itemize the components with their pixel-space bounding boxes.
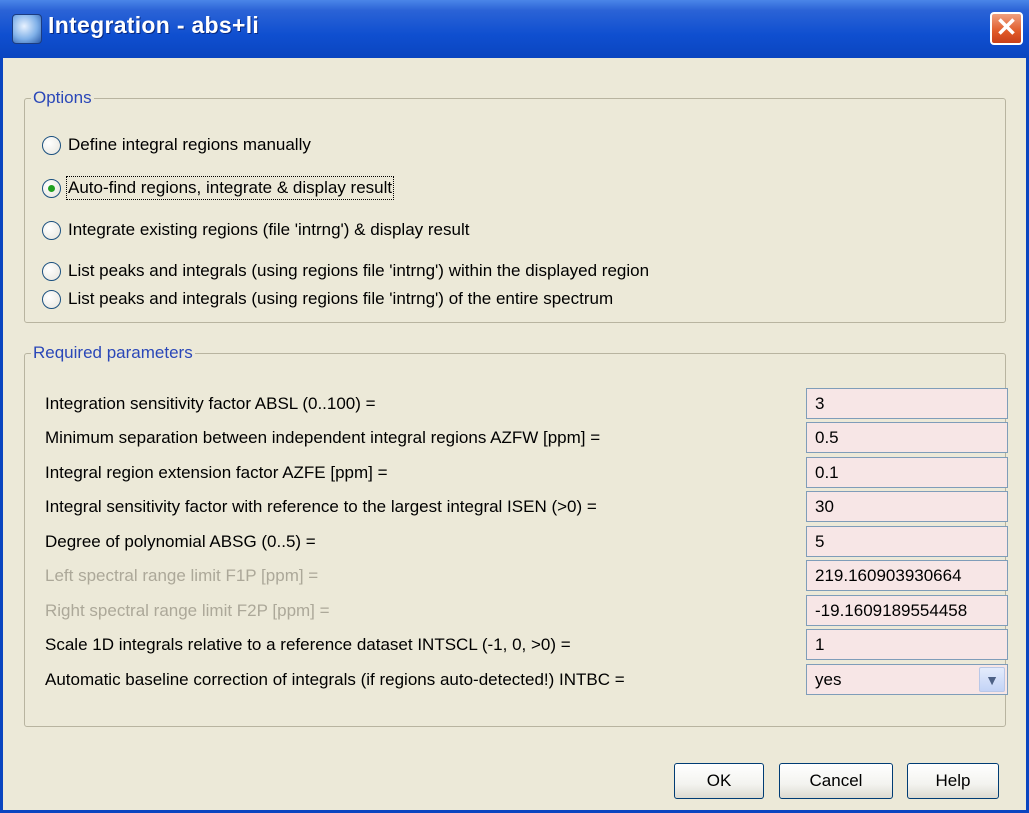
option-integrate-existing[interactable]: Integrate existing regions (file 'intrng… [42, 216, 469, 244]
f1p-input[interactable]: 219.160903930664 [806, 560, 1008, 591]
help-button[interactable]: Help [907, 763, 999, 799]
param-label-f1p: Left spectral range limit F1P [ppm] = [45, 566, 319, 585]
option-list-entire[interactable]: List peaks and integrals (using regions … [42, 285, 613, 313]
param-label-absl: Integration sensitivity factor ABSL (0..… [45, 394, 376, 413]
azfe-input[interactable]: 0.1 [806, 457, 1008, 488]
close-button[interactable]: ✕ [990, 12, 1023, 45]
parameters-legend: Required parameters [33, 343, 193, 362]
option-label: Auto-find regions, integrate & display r… [65, 176, 395, 200]
param-label-azfe: Integral region extension factor AZFE [p… [45, 463, 388, 482]
f2p-input[interactable]: -19.1609189554458 [806, 595, 1008, 626]
azfw-input[interactable]: 0.5 [806, 422, 1008, 453]
radio-button[interactable] [42, 135, 61, 155]
cancel-button[interactable]: Cancel [779, 763, 893, 799]
option-label: List peaks and integrals (using regions … [68, 261, 650, 280]
radio-button-selected[interactable] [42, 178, 61, 198]
option-label: Define integral regions manually [68, 135, 311, 154]
absg-input[interactable]: 5 [806, 526, 1008, 557]
param-label-isen: Integral sensitivity factor with referen… [45, 497, 597, 516]
intbc-select-value: yes [815, 670, 842, 689]
intscl-input[interactable]: 1 [806, 629, 1008, 660]
radio-button[interactable] [42, 289, 61, 309]
options-legend: Options [33, 88, 92, 107]
ok-button[interactable]: OK [674, 763, 764, 799]
param-label-absg: Degree of polynomial ABSG (0..5) = [45, 532, 316, 551]
option-label: Integrate existing regions (file 'intrng… [68, 220, 470, 239]
option-auto-find[interactable]: Auto-find regions, integrate & display r… [42, 174, 395, 202]
param-label-azfw: Minimum separation between independent i… [45, 428, 601, 447]
option-list-displayed[interactable]: List peaks and integrals (using regions … [42, 257, 649, 285]
title-bar: Integration - abs+li ✕ [0, 0, 1029, 58]
chevron-down-icon[interactable]: ▼ [979, 667, 1005, 692]
radio-button[interactable] [42, 220, 61, 240]
app-icon [12, 14, 42, 44]
option-define-manually[interactable]: Define integral regions manually [42, 131, 311, 159]
param-label-f2p: Right spectral range limit F2P [ppm] = [45, 601, 330, 620]
window-title: Integration - abs+li [48, 12, 260, 38]
intbc-select[interactable]: yes ▼ [806, 664, 1008, 695]
radio-button[interactable] [42, 261, 61, 281]
isen-input[interactable]: 30 [806, 491, 1008, 522]
param-label-intscl: Scale 1D integrals relative to a referen… [45, 635, 571, 654]
param-label-intbc: Automatic baseline correction of integra… [45, 670, 625, 689]
absl-input[interactable]: 3 [806, 388, 1008, 419]
option-label: List peaks and integrals (using regions … [68, 289, 614, 308]
